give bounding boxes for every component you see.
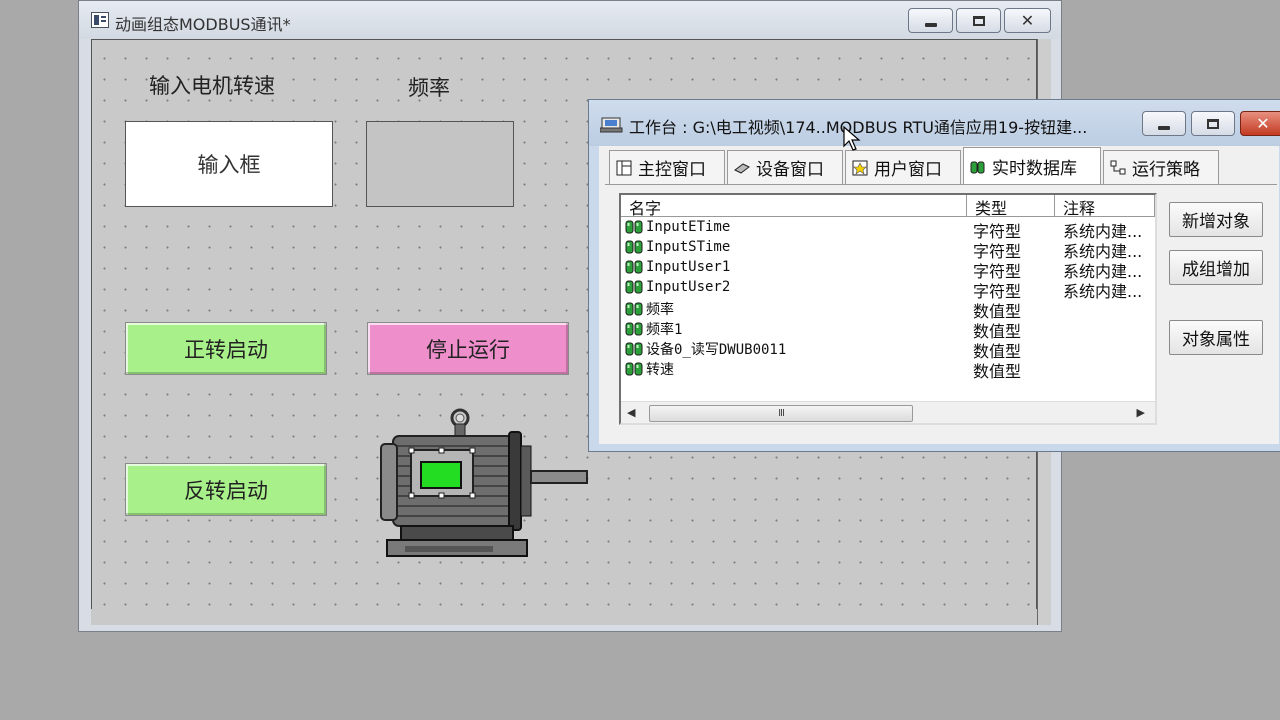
- scroll-left-icon[interactable]: ◀: [627, 406, 635, 419]
- table-row[interactable]: 频率 数值型: [625, 299, 1155, 321]
- variable-icon: [625, 361, 644, 377]
- tab-label: 用户窗口: [874, 160, 942, 180]
- row-name: InputETime: [646, 219, 731, 235]
- table-row[interactable]: InputSTime 字符型 系统内建...: [625, 239, 1155, 261]
- horizontal-scrollbar[interactable]: ◀ III ▶: [621, 401, 1155, 423]
- user-window-icon: [852, 160, 868, 176]
- frequency-label: 频率: [408, 76, 450, 100]
- tab-device-window[interactable]: 设备窗口: [727, 150, 843, 184]
- workbench-close-button[interactable]: ✕: [1240, 111, 1280, 136]
- table-row[interactable]: InputUser1 字符型 系统内建...: [625, 259, 1155, 281]
- minimize-icon: [924, 22, 937, 27]
- new-object-button[interactable]: 新增对象: [1169, 202, 1263, 237]
- window-app-icon: [91, 12, 109, 28]
- row-name: 频率1: [646, 322, 683, 338]
- mouse-pointer-icon: [843, 126, 861, 151]
- scroll-right-icon[interactable]: ▶: [1137, 406, 1145, 419]
- column-header-name[interactable]: 名字: [621, 195, 967, 218]
- variable-icon: [625, 219, 644, 235]
- column-header-note[interactable]: 注释: [1055, 195, 1155, 218]
- column-header-type[interactable]: 类型: [967, 195, 1055, 218]
- row-name: 频率: [646, 302, 674, 318]
- row-name: InputUser1: [646, 259, 731, 275]
- variable-icon: [625, 341, 644, 357]
- close-button[interactable]: ✕: [1004, 8, 1051, 33]
- workbench-app-icon: [600, 117, 623, 133]
- workbench-maximize-button[interactable]: [1191, 111, 1235, 136]
- table-row[interactable]: 设备0_读写DWUB0011 数值型: [625, 339, 1155, 361]
- close-icon: ✕: [1256, 113, 1270, 133]
- canvas-bottom-margin: [91, 609, 1037, 625]
- motor-shaft: [530, 470, 588, 484]
- minimize-button[interactable]: [908, 8, 953, 33]
- tab-run-strategy[interactable]: 运行策略: [1103, 150, 1219, 184]
- stop-run-button[interactable]: 停止运行: [367, 322, 569, 375]
- speed-input-box[interactable]: 输入框: [125, 121, 333, 207]
- variable-icon: [625, 259, 644, 275]
- strategy-icon: [1110, 160, 1126, 176]
- reverse-start-button[interactable]: 反转启动: [125, 463, 327, 516]
- row-type: 数值型: [973, 362, 1022, 381]
- workbench-minimize-button[interactable]: [1142, 111, 1186, 136]
- device-window-icon: [734, 160, 750, 176]
- workbench-window: 工作台 : G:\电工视频\174..MODBUS RTU通信应用19-按钮建.…: [588, 99, 1280, 452]
- tab-label: 主控窗口: [638, 160, 706, 180]
- object-properties-button[interactable]: 对象属性: [1169, 320, 1263, 355]
- row-name: 转速: [646, 362, 674, 378]
- variable-icon: [625, 321, 644, 337]
- tab-label: 设备窗口: [756, 160, 824, 180]
- scrollbar-thumb[interactable]: III: [649, 405, 913, 422]
- table-row[interactable]: InputETime 字符型 系统内建...: [625, 219, 1155, 241]
- table-row[interactable]: InputUser2 字符型 系统内建...: [625, 279, 1155, 301]
- workbench-body: 主控窗口 设备窗口 用户窗口 实时数据库 运行策略 名字 类型 注释 Input…: [599, 146, 1279, 444]
- tab-label: 运行策略: [1132, 160, 1200, 180]
- maximize-icon: [972, 15, 985, 26]
- realtime-database-list[interactable]: 名字 类型 注释 InputETime 字符型 系统内建... InputSTi…: [619, 193, 1157, 425]
- variable-icon: [625, 239, 644, 255]
- frequency-display-box: [366, 121, 514, 207]
- workbench-titlebar[interactable]: 工作台 : G:\电工视频\174..MODBUS RTU通信应用19-按钮建.…: [589, 100, 1280, 146]
- variable-icon: [625, 301, 644, 317]
- tab-main-window[interactable]: 主控窗口: [609, 150, 725, 184]
- row-name: 设备0_读写DWUB0011: [646, 342, 787, 358]
- variable-icon: [625, 279, 644, 295]
- motor-icon[interactable]: [375, 408, 590, 560]
- tab-user-window[interactable]: 用户窗口: [845, 150, 961, 184]
- main-window-icon: [616, 160, 632, 176]
- database-icon: [970, 159, 986, 175]
- table-row[interactable]: 频率1 数值型: [625, 319, 1155, 341]
- tab-realtime-database[interactable]: 实时数据库: [963, 147, 1101, 185]
- minimize-icon: [1158, 125, 1170, 130]
- tab-underline: [605, 184, 1277, 185]
- motor-status-display: [420, 461, 462, 489]
- design-window-titlebar[interactable]: 动画组态MODBUS通讯* ✕: [79, 1, 1061, 39]
- table-row[interactable]: 转速 数值型: [625, 359, 1155, 381]
- design-window-title: 动画组态MODBUS通讯*: [115, 15, 291, 34]
- speed-input-label: 输入电机转速: [149, 74, 275, 98]
- close-icon: ✕: [1020, 10, 1035, 30]
- row-name: InputUser2: [646, 279, 731, 295]
- row-name: InputSTime: [646, 239, 731, 255]
- maximize-icon: [1207, 118, 1219, 129]
- tab-label: 实时数据库: [992, 159, 1077, 179]
- maximize-button[interactable]: [956, 8, 1001, 33]
- forward-start-button[interactable]: 正转启动: [125, 322, 327, 375]
- group-add-button[interactable]: 成组增加: [1169, 250, 1263, 285]
